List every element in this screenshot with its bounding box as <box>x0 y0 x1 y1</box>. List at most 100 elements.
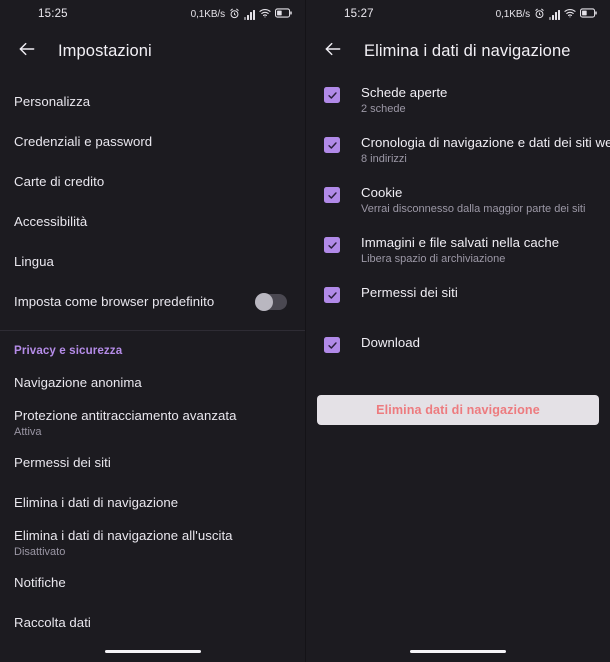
settings-item-label: Personalizza <box>14 94 91 109</box>
settings-screen-panel: 15:25 0,1KB/s Impostazioni Personalizza … <box>0 0 305 662</box>
delete-browsing-data-button[interactable]: Elimina dati di navigazione <box>317 395 599 425</box>
checkbox-permessi-siti[interactable] <box>324 287 340 303</box>
checkbox-schede-aperte[interactable] <box>324 87 340 103</box>
check-icon <box>327 140 338 151</box>
row-text: Credenziali e password <box>14 134 291 150</box>
checkbox-row-cookie[interactable]: Cookie Verrai disconnesso dalla maggior … <box>306 184 610 234</box>
checkbox-label: Immagini e file salvati nella cache <box>361 235 560 250</box>
settings-item-label: Credenziali e password <box>14 134 153 149</box>
checkbox-row-cronologia[interactable]: Cronologia di navigazione e dati dei sit… <box>306 134 610 184</box>
row-text: Raccolta dati <box>14 615 291 631</box>
row-text: Protezione antitracciamento avanzata Att… <box>14 408 291 439</box>
checkbox-text: Download <box>361 334 420 351</box>
check-icon <box>327 340 338 351</box>
back-arrow-icon <box>17 39 37 64</box>
settings-item-notifiche[interactable]: Notifiche <box>0 563 305 603</box>
app-bar-left: Impostazioni <box>0 30 305 72</box>
checkbox-label: Cronologia di navigazione e dati dei sit… <box>361 135 610 150</box>
battery-icon <box>275 8 292 21</box>
settings-item-status: Attiva <box>14 425 42 438</box>
check-icon <box>327 290 338 301</box>
check-icon <box>327 190 338 201</box>
row-text: Accessibilità <box>14 214 291 230</box>
section-header-privacy: Privacy e sicurezza <box>14 344 123 357</box>
row-text: Imposta come browser predefinito <box>14 294 255 310</box>
settings-item-raccolta-dati[interactable]: Raccolta dati <box>0 603 305 643</box>
toggle-knob <box>255 293 273 311</box>
status-clock: 15:27 <box>344 8 374 20</box>
settings-item-label: Lingua <box>14 254 54 269</box>
gesture-bar-right[interactable] <box>410 649 506 653</box>
signal-icon <box>244 9 255 20</box>
status-bar-left: 15:25 0,1KB/s <box>0 0 305 30</box>
row-text: Navigazione anonima <box>14 375 291 391</box>
settings-list: Personalizza Credenziali e password Cart… <box>0 72 305 643</box>
settings-item-carte-di-credito[interactable]: Carte di credito <box>0 162 305 202</box>
settings-item-browser-predefinito[interactable]: Imposta come browser predefinito <box>0 282 305 322</box>
checkbox-cookie[interactable] <box>324 187 340 203</box>
alarm-icon <box>229 8 240 22</box>
settings-item-elimina-dati-alluscita[interactable]: Elimina i dati di navigazione all'uscita… <box>0 523 305 563</box>
settings-item-credenziali-e-password[interactable]: Credenziali e password <box>0 122 305 162</box>
checkbox-sublabel: 8 indirizzi <box>361 153 407 165</box>
checkbox-row-download[interactable]: Download <box>306 334 610 384</box>
settings-item-label: Permessi dei siti <box>14 455 111 470</box>
checkbox-cache[interactable] <box>324 237 340 253</box>
settings-item-label: Accessibilità <box>14 214 88 229</box>
checkbox-text: Cronologia di navigazione e dati dei sit… <box>361 134 610 166</box>
checkbox-text: Schede aperte 2 schede <box>361 84 447 116</box>
alarm-icon <box>534 8 545 22</box>
default-browser-toggle[interactable] <box>255 293 287 311</box>
checkbox-row-schede-aperte[interactable]: Schede aperte 2 schede <box>306 84 610 134</box>
settings-item-lingua[interactable]: Lingua <box>0 242 305 282</box>
back-button-clear-data[interactable] <box>316 34 350 68</box>
settings-item-navigazione-anonima[interactable]: Navigazione anonima <box>0 363 305 403</box>
wifi-icon <box>564 8 576 21</box>
settings-item-label: Protezione antitracciamento avanzata <box>14 407 237 423</box>
settings-item-label: Elimina i dati di navigazione all'uscita <box>14 527 233 543</box>
settings-item-protezione-antitracciamento[interactable]: Protezione antitracciamento avanzata Att… <box>0 403 305 443</box>
back-button-settings[interactable] <box>10 34 44 68</box>
settings-item-label: Notifiche <box>14 575 66 590</box>
row-text: Lingua <box>14 254 291 270</box>
settings-item-permessi-dei-siti[interactable]: Permessi dei siti <box>0 443 305 483</box>
checkbox-label: Schede aperte <box>361 85 448 100</box>
status-indicators: 0,1KB/s <box>191 7 292 22</box>
row-text: Notifiche <box>14 575 291 591</box>
checkbox-label: Download <box>361 335 421 350</box>
row-text: Carte di credito <box>14 174 291 190</box>
page-title-clear-data: Elimina i dati di navigazione <box>364 41 571 60</box>
checkbox-cronologia[interactable] <box>324 137 340 153</box>
app-bar-right: Elimina i dati di navigazione <box>306 30 610 72</box>
row-text: Elimina i dati di navigazione <box>14 495 291 511</box>
settings-item-label: Imposta come browser predefinito <box>14 294 215 309</box>
settings-item-label: Navigazione anonima <box>14 375 142 390</box>
settings-item-personalizza[interactable]: Personalizza <box>0 82 305 122</box>
check-icon <box>327 90 338 101</box>
back-arrow-icon <box>323 39 343 64</box>
status-clock: 15:25 <box>38 8 68 20</box>
row-text: Personalizza <box>14 94 291 110</box>
checkbox-row-cache[interactable]: Immagini e file salvati nella cache Libe… <box>306 234 610 284</box>
row-text: Permessi dei siti <box>14 455 291 471</box>
page-title-settings: Impostazioni <box>58 41 152 60</box>
checkbox-sublabel: Libera spazio di archiviazione <box>361 253 506 265</box>
checkbox-text: Cookie Verrai disconnesso dalla maggior … <box>361 184 585 216</box>
settings-item-accessibilita[interactable]: Accessibilità <box>0 202 305 242</box>
status-indicators: 0,1KB/s <box>496 7 597 22</box>
wifi-icon <box>259 8 271 21</box>
settings-item-elimina-dati-navigazione[interactable]: Elimina i dati di navigazione <box>0 483 305 523</box>
network-speed-label: 0,1KB/s <box>190 9 225 20</box>
gesture-bar-left[interactable] <box>104 649 201 653</box>
settings-item-status: Disattivato <box>14 545 66 558</box>
checkbox-sublabel: Verrai disconnesso dalla maggior parte d… <box>361 203 586 215</box>
checkbox-row-permessi-siti[interactable]: Permessi dei siti <box>306 284 610 334</box>
checkbox-label: Cookie <box>361 185 403 200</box>
dual-screenshot-container: 15:25 0,1KB/s Impostazioni Personalizza … <box>0 0 610 662</box>
checkbox-text: Permessi dei siti <box>361 284 458 301</box>
network-speed-label: 0,1KB/s <box>495 9 530 20</box>
clear-browsing-data-screen-panel: 15:27 0,1KB/s Elimina i dati di navigazi… <box>305 0 610 662</box>
signal-icon <box>549 9 560 20</box>
checkbox-download[interactable] <box>324 337 340 353</box>
checkbox-sublabel: 2 schede <box>361 103 406 115</box>
